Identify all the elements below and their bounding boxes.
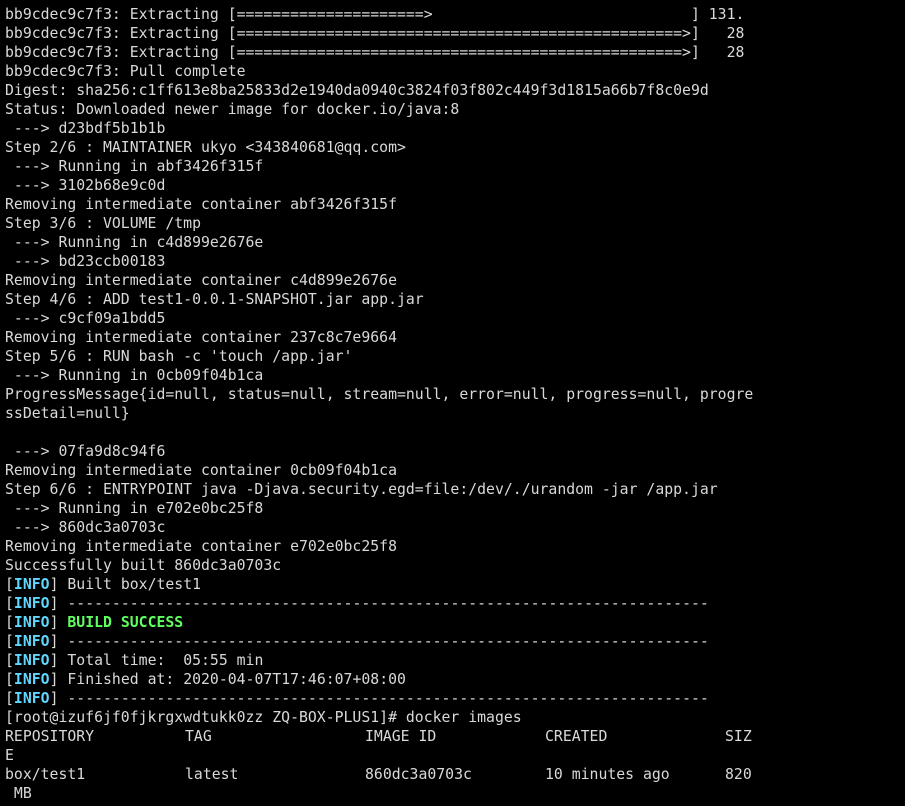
header-created: CREATED	[545, 728, 608, 745]
info-tag: INFO	[13, 633, 50, 650]
terminal-line: bb9cdec9c7f3: Extracting [==============…	[5, 44, 745, 61]
maven-info-line: [INFO] Built box/test1	[5, 576, 202, 593]
terminal-line: ---> 860dc3a0703c	[5, 519, 166, 536]
info-separator: ----------------------------------------…	[58, 633, 709, 650]
info-text: Finished at: 2020-04-07T17:46:07+08:00	[58, 671, 406, 688]
terminal-line: ---> c9cf09a1bdd5	[5, 310, 166, 327]
info-text: Built box/test1	[58, 576, 202, 593]
terminal-line: Status: Downloaded newer image for docke…	[5, 101, 460, 118]
cell-size: 820	[725, 766, 752, 783]
terminal-line: ---> 3102b68e9c0d	[5, 177, 166, 194]
terminal-line: ---> Running in abf3426f315f	[5, 158, 264, 175]
maven-info-line: [INFO] ---------------------------------…	[5, 633, 709, 650]
terminal-line: Removing intermediate container abf3426f…	[5, 196, 397, 213]
progress-message-line: ProgressMessage{id=null, status=null, st…	[5, 386, 754, 422]
header-image-id: IMAGE ID	[365, 728, 437, 745]
terminal-line: Step 4/6 : ADD test1-0.0.1-SNAPSHOT.jar …	[5, 291, 424, 308]
maven-info-line: [INFO] BUILD SUCCESS	[5, 614, 184, 631]
terminal-line: bb9cdec9c7f3: Extracting [==============…	[5, 6, 745, 23]
terminal-output[interactable]: bb9cdec9c7f3: Extracting [==============…	[5, 5, 900, 803]
header-size: SIZ	[725, 728, 752, 745]
info-tag: INFO	[13, 652, 50, 669]
info-separator: ----------------------------------------…	[58, 690, 709, 707]
shell-prompt-line: [root@izuf6jf0fjkrgxwdtukk0zz ZQ-BOX-PLU…	[5, 709, 522, 726]
terminal-line: bb9cdec9c7f3: Extracting [==============…	[5, 25, 745, 42]
info-text: Total time: 05:55 min	[58, 652, 264, 669]
terminal-line: Removing intermediate container 237c8c7e…	[5, 329, 397, 346]
maven-info-line: [INFO] ---------------------------------…	[5, 595, 709, 612]
info-tag: INFO	[13, 614, 50, 631]
terminal-line: ---> Running in c4d899e2676e	[5, 234, 264, 251]
terminal-line: Removing intermediate container c4d899e2…	[5, 272, 397, 289]
maven-info-line: [INFO] Total time: 05:55 min	[5, 652, 264, 669]
terminal-line: ---> Running in 0cb09f04b1ca	[5, 367, 264, 384]
header-repository: REPOSITORY	[5, 728, 95, 745]
terminal-line: bb9cdec9c7f3: Pull complete	[5, 63, 246, 80]
terminal-line: ---> d23bdf5b1b1b	[5, 120, 166, 137]
row-wrap-line: MB	[5, 785, 32, 802]
images-table-header: REPOSITORY TAG IMAGE ID CREATED SIZ	[5, 727, 900, 746]
table-row: box/test1 latest 860dc3a0703c 10 minutes…	[5, 765, 900, 784]
build-success-text: BUILD SUCCESS	[58, 614, 184, 631]
info-tag: INFO	[13, 671, 50, 688]
info-tag: INFO	[13, 576, 50, 593]
terminal-line: Removing intermediate container e702e0bc…	[5, 538, 397, 555]
terminal-line: ---> 07fa9d8c94f6	[5, 443, 166, 460]
terminal-line: ---> bd23ccb00183	[5, 253, 166, 270]
maven-info-line: [INFO] ---------------------------------…	[5, 690, 709, 707]
terminal-line: Step 6/6 : ENTRYPOINT java -Djava.securi…	[5, 481, 718, 498]
info-separator: ----------------------------------------…	[58, 595, 709, 612]
terminal-line: Step 2/6 : MAINTAINER ukyo <343840681@qq…	[5, 139, 406, 156]
terminal-line: ---> Running in e702e0bc25f8	[5, 500, 264, 517]
maven-info-line: [INFO] Finished at: 2020-04-07T17:46:07+…	[5, 671, 406, 688]
terminal-line: Step 5/6 : RUN bash -c 'touch /app.jar'	[5, 348, 353, 365]
terminal-line: Step 3/6 : VOLUME /tmp	[5, 215, 201, 232]
terminal-line: Digest: sha256:c1ff613e8ba25833d2e1940da…	[5, 82, 709, 99]
cell-repository: box/test1	[5, 766, 86, 783]
terminal-line: Successfully built 860dc3a0703c	[5, 557, 282, 574]
cell-image-id: 860dc3a0703c	[365, 766, 472, 783]
info-tag: INFO	[13, 690, 50, 707]
terminal-line: Removing intermediate container 0cb09f04…	[5, 462, 397, 479]
header-wrap-line: E	[5, 747, 14, 764]
info-tag: INFO	[13, 595, 50, 612]
cell-tag: latest	[185, 766, 239, 783]
header-tag: TAG	[185, 728, 212, 745]
cell-created: 10 minutes ago	[545, 766, 670, 783]
